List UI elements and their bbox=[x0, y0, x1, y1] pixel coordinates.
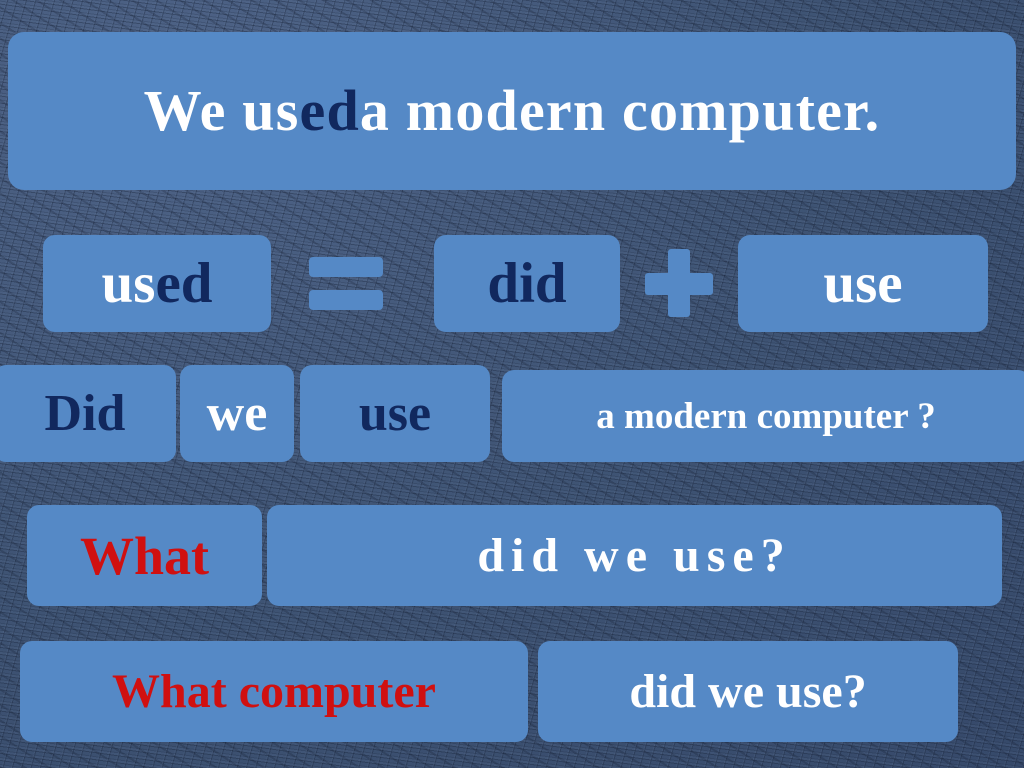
equation-use-label: use bbox=[823, 252, 903, 315]
question-we-label: we bbox=[206, 384, 268, 442]
equals-icon-bar-top bbox=[309, 257, 383, 277]
wh-long-what-computer-card: What computer bbox=[20, 641, 528, 742]
question-use-label: use bbox=[358, 384, 432, 442]
question-we-card: we bbox=[180, 365, 294, 462]
title-part-1: We us bbox=[143, 78, 300, 143]
title-sentence-card: We us ed a modern computer. bbox=[8, 32, 1016, 190]
title-part-2: a modern computer. bbox=[359, 78, 881, 143]
equals-icon bbox=[309, 257, 383, 310]
wh-long-predicate-label: did we use? bbox=[629, 664, 867, 718]
question-did-label: Did bbox=[44, 384, 126, 442]
slide-canvas: We us ed a modern computer. us ed did use … bbox=[0, 0, 1024, 768]
wh-predicate-card: did we use? bbox=[267, 505, 1002, 606]
equation-did-card: did bbox=[434, 235, 620, 332]
equation-used-suffix: ed bbox=[155, 252, 213, 315]
title-part-highlight: ed bbox=[299, 78, 360, 143]
question-object-label: a modern computer ? bbox=[596, 395, 936, 437]
plus-icon bbox=[645, 249, 713, 317]
wh-what-card: What bbox=[27, 505, 262, 606]
question-use-card: use bbox=[300, 365, 490, 462]
plus-icon-bar-vertical bbox=[668, 249, 690, 317]
equation-used-stem: us bbox=[101, 252, 156, 315]
question-object-card: a modern computer ? bbox=[502, 370, 1024, 462]
wh-long-what-computer-label: What computer bbox=[112, 664, 436, 718]
equation-used-card: us ed bbox=[43, 235, 271, 332]
wh-predicate-label: did we use? bbox=[477, 528, 792, 582]
wh-long-predicate-card: did we use? bbox=[538, 641, 958, 742]
wh-what-label: What bbox=[79, 525, 209, 586]
question-did-card: Did bbox=[0, 365, 176, 462]
equals-icon-bar-bottom bbox=[309, 290, 383, 310]
equation-use-card: use bbox=[738, 235, 988, 332]
equation-did-label: did bbox=[487, 252, 567, 315]
